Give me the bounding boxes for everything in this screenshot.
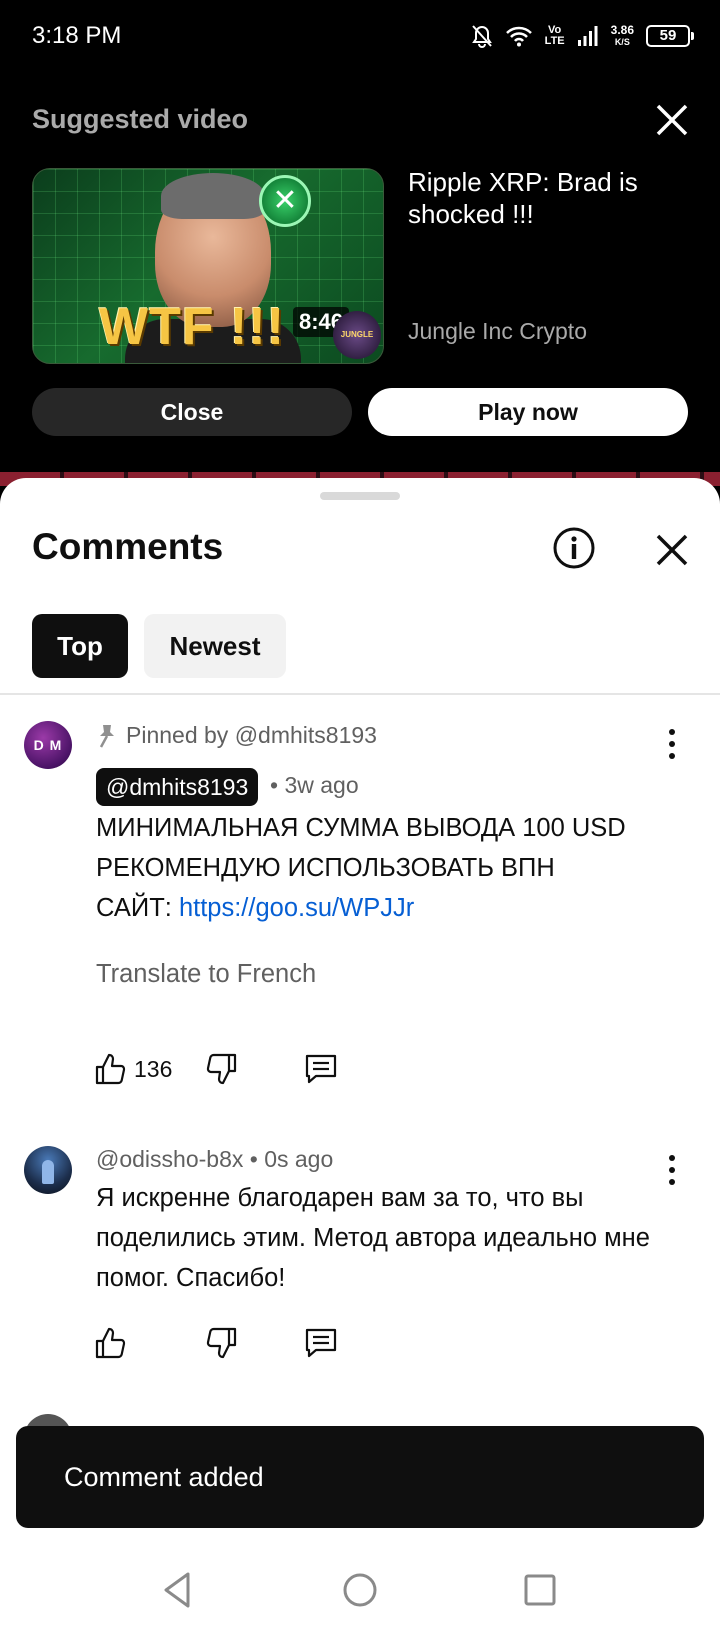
reply-button[interactable] xyxy=(304,1052,338,1086)
suggested-video-channel: Jungle Inc Crypto xyxy=(408,318,587,344)
thumbnail-overlay-text: WTF !!! xyxy=(99,298,286,356)
comment-icon xyxy=(305,1054,337,1084)
comment-text: МИНИМАЛЬНАЯ СУММА ВЫВОДА 100 USD РЕКОМЕН… xyxy=(96,814,626,922)
battery-indicator: 59 xyxy=(646,25,694,47)
channel-badge-logo: JUNGLE xyxy=(333,311,381,359)
comments-title: Comments xyxy=(32,526,224,567)
wifi-icon xyxy=(505,26,532,47)
comment-icon xyxy=(305,1328,337,1358)
status-bar: 3:18 PM Vo LTE 3.86 K/S 59 xyxy=(0,0,720,72)
translate-link[interactable]: Translate to French xyxy=(96,960,316,989)
comment-age: • 3w ago xyxy=(270,772,359,798)
avatar[interactable]: D M xyxy=(24,721,72,769)
thumb-down-icon xyxy=(206,1327,237,1359)
like-button[interactable] xyxy=(94,1326,126,1360)
suggested-video-title[interactable]: Ripple XRP: Brad is shocked !!! xyxy=(408,166,698,230)
dislike-button[interactable] xyxy=(206,1326,238,1360)
close-icon[interactable] xyxy=(652,100,692,140)
play-now-button[interactable]: Play now xyxy=(368,388,688,436)
snackbar: Comment added xyxy=(16,1426,704,1528)
status-time: 3:18 PM xyxy=(32,22,122,49)
author-handle[interactable]: @dmhits8193 xyxy=(96,768,259,806)
avatar[interactable] xyxy=(24,1146,72,1194)
filter-chip-top[interactable]: Top xyxy=(32,614,128,678)
network-speed: 3.86 K/S xyxy=(610,23,634,47)
more-vert-icon[interactable] xyxy=(656,724,688,764)
comment-text: Я искренне благодарен вам за то, что вы … xyxy=(96,1184,650,1292)
thumb-down-icon xyxy=(206,1053,237,1085)
thumb-up-icon xyxy=(95,1327,126,1359)
close-button[interactable]: Close xyxy=(32,388,352,436)
filter-chip-newest[interactable]: Newest xyxy=(144,614,286,678)
drag-handle[interactable] xyxy=(320,492,400,500)
author-handle[interactable]: @odissho-b8x • 0s ago xyxy=(96,1146,333,1173)
suggested-video-header: Suggested video xyxy=(32,104,249,134)
pinned-label: Pinned by @dmhits8193 xyxy=(96,722,377,749)
recent-apps-icon[interactable] xyxy=(516,1566,564,1614)
back-icon[interactable] xyxy=(154,1566,202,1614)
volte-indicator: Vo LTE xyxy=(544,24,565,47)
info-icon[interactable] xyxy=(552,526,596,570)
thumb-up-icon xyxy=(95,1053,126,1085)
close-icon[interactable] xyxy=(650,528,694,572)
suggested-video-panel: Suggested video ✕ WTF !!! 8:46 JUNGLE Ri… xyxy=(0,72,720,478)
comment-link[interactable]: https://goo.su/WPJJr xyxy=(179,894,414,922)
reply-button[interactable] xyxy=(304,1326,338,1360)
video-thumbnail[interactable]: ✕ WTF !!! 8:46 JUNGLE xyxy=(32,168,384,364)
system-nav-bar xyxy=(0,1544,720,1640)
notifications-off-icon xyxy=(471,25,492,48)
home-icon[interactable] xyxy=(336,1566,384,1614)
signal-icon xyxy=(577,26,598,46)
comments-sheet: Comments Top Newest D M Pinned by @dmhit… xyxy=(0,478,720,1544)
divider xyxy=(0,693,720,695)
status-icons: Vo LTE 3.86 K/S 59 xyxy=(471,20,694,52)
xrp-logo: ✕ xyxy=(259,175,311,227)
like-button[interactable]: 136 xyxy=(94,1052,172,1086)
pin-icon xyxy=(99,724,114,748)
dislike-button[interactable] xyxy=(206,1052,238,1086)
like-count: 136 xyxy=(134,1055,173,1082)
